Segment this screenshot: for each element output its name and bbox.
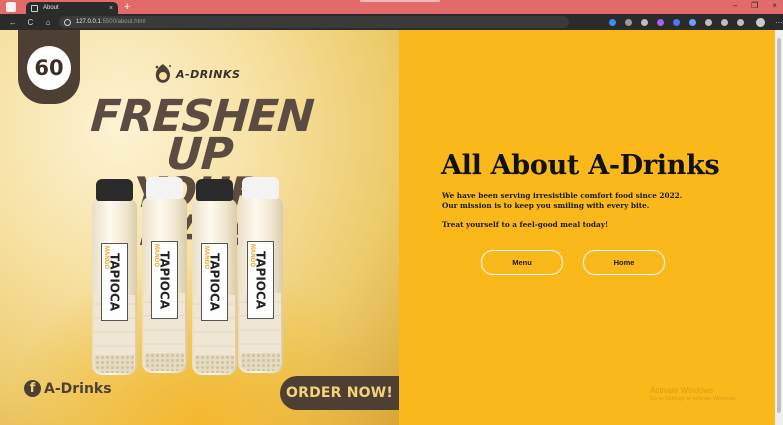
splash-logo-icon [155,64,171,83]
watermark-line-2: Go to Settings to activate Windows. [650,396,737,402]
activation-watermark: Activate Windows Go to Settings to activ… [650,386,737,402]
maximize-button[interactable]: ❐ [751,1,758,10]
bottle-label: MANGO TAPIOCA [151,241,178,319]
address-bar-row: ← C ⌂ 127.0.0.1:5500/about.html ··· [0,14,783,30]
bottle-label-text: TAPIOCA [107,252,122,312]
bottle-cap [146,177,183,199]
menu-button[interactable]: Menu [481,250,563,275]
tapioca-pearls [195,355,234,373]
number-badge: 60 [18,30,80,104]
extensions-bar [609,18,745,26]
bottle-body: MANGO TAPIOCA [142,197,187,373]
bottle-label: MANGO TAPIOCA [101,243,128,321]
bottle-flavor: MANGO [103,246,109,269]
order-now-text: ORDER NOW! [286,385,393,401]
tab-title: About [43,5,59,11]
url-path: :5500/about.html [100,19,146,25]
bottle-body: MANGO TAPIOCA [192,199,237,375]
bottle-cap [196,179,233,201]
bottle-flavor: MANGO [203,246,209,269]
tapioca-pearls [95,355,134,373]
bottle-label: MANGO TAPIOCA [247,241,274,319]
tapioca-bottle: MANGO TAPIOCA [92,179,137,375]
url-host: 127.0.0.1 [75,19,101,25]
tapioca-bottle: MANGO TAPIOCA [192,179,237,375]
home-button-link[interactable]: Home [583,250,665,275]
watermark-line-1: Activate Windows [650,386,714,395]
reload-button[interactable]: C [26,18,36,27]
bottle-cap [242,177,279,199]
profile-avatar[interactable] [756,17,765,27]
tapioca-pearls [145,353,184,371]
extension-icon[interactable] [657,18,665,26]
tab-about[interactable]: About × [26,2,118,14]
bottle-body: MANGO TAPIOCA [92,199,137,375]
bottle-body: MANGO TAPIOCA [238,197,283,373]
bottle-flavor: MANGO [249,244,255,267]
window-controls: – ❐ × [733,1,777,10]
extension-icon[interactable] [641,18,649,26]
extension-icon[interactable] [673,18,681,26]
new-tab-button[interactable]: + [124,1,130,13]
bottle-label-text: TAPIOCA [253,250,268,310]
tapioca-bottle: MANGO TAPIOCA [238,177,283,373]
bottle-cap [96,179,133,201]
close-window-button[interactable]: × [772,1,777,10]
about-paragraph-2: Our mission is to keep you smiling with … [442,201,650,210]
tab-strip-indicator [360,0,440,2]
tab-actions-icon[interactable] [6,2,16,12]
logo-text: A-DRINKS [176,67,241,81]
back-button[interactable]: ← [8,18,18,27]
promo-logo: A-DRINKS [153,63,240,85]
about-section: All About A-Drinks We have been serving … [399,30,775,425]
more-menu-button[interactable]: ··· [775,18,783,27]
promo-brand: f A-Drinks [24,380,112,397]
bottle-label-text: TAPIOCA [207,252,222,312]
browser-tab-bar: About × + – ❐ × [0,0,783,14]
promo-image: 60 A-DRINKS FRESHEN UP YOUR DAY! MANGOTA… [0,30,399,425]
headline-line-1: FRESHEN UP [89,91,315,180]
minimize-button[interactable]: – [733,1,737,10]
read-aloud-icon[interactable] [625,18,633,26]
bottle-label-text: TAPIOCA [157,250,172,310]
brand-name: A-Drinks [44,380,112,397]
tab-close-button[interactable]: × [109,5,113,12]
page-viewport: 60 A-DRINKS FRESHEN UP YOUR DAY! MANGOTA… [0,30,775,425]
extension-icon[interactable] [609,18,617,26]
page-scrollbar[interactable] [775,30,783,425]
collections-icon[interactable] [737,18,745,26]
page-icon [31,4,38,12]
facebook-icon: f [24,380,41,397]
tapioca-bottle: MANGO TAPIOCA [142,177,187,373]
about-paragraph-3: Treat yourself to a feel-good meal today… [442,220,609,229]
tapioca-pearls [241,353,280,371]
extension-icon[interactable] [689,18,697,26]
badge-number: 60 [34,56,64,80]
bottle-label: MANGO TAPIOCA [201,243,228,321]
scrollbar-thumb[interactable] [777,38,781,413]
bottle-flavor: MANGO [153,244,159,267]
site-info-icon[interactable] [63,18,71,26]
favorites-icon[interactable] [721,18,729,26]
url-field[interactable]: 127.0.0.1:5500/about.html [58,16,570,28]
badge-circle: 60 [27,46,71,90]
extensions-icon[interactable] [705,18,713,26]
page-title: All About A-Drinks [441,150,720,181]
order-now-banner: ORDER NOW! [280,376,399,410]
bottle-group: MANGO TAPIOCA MANGO TAPIOCA MANGO TAPIOCA MANG… [92,177,287,377]
home-button[interactable]: ⌂ [43,18,53,27]
about-paragraph-1: We have been serving irresistible comfor… [442,191,683,200]
